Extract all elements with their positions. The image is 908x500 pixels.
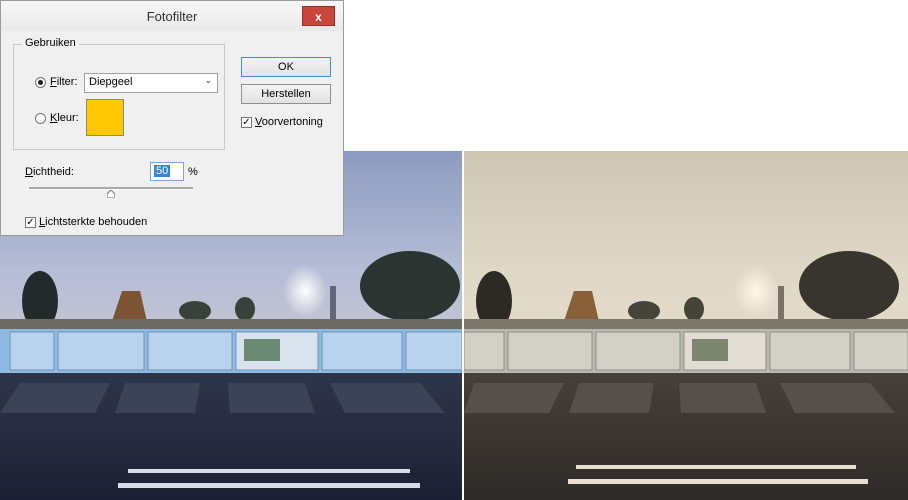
- color-swatch[interactable]: [86, 99, 124, 136]
- dialog-title: Fotofilter: [146, 9, 198, 24]
- filter-label-text: ilter:: [56, 76, 78, 88]
- ok-button[interactable]: OK: [241, 57, 331, 77]
- percent-unit: %: [188, 166, 198, 178]
- use-group-label: Gebruiken: [22, 37, 79, 49]
- preview-label-text: oorvertoning: [261, 116, 323, 128]
- close-button[interactable]: x: [302, 6, 335, 26]
- reset-button[interactable]: Herstellen: [241, 84, 331, 104]
- density-label: Dichtheid:: [25, 166, 74, 178]
- preserve-luminosity-text: ichtsterkte behouden: [45, 216, 148, 228]
- filter-select[interactable]: Diepgeel ⌄: [84, 73, 218, 93]
- density-label-mnemonic: D: [25, 166, 33, 178]
- density-value: 50: [154, 165, 171, 177]
- density-input[interactable]: 50: [150, 162, 184, 181]
- title-bar[interactable]: Fotofilter x: [1, 1, 343, 31]
- preserve-luminosity-checkbox[interactable]: ✓: [25, 217, 36, 228]
- color-label-text: leur:: [57, 112, 79, 124]
- preview-label-mnemonic: V: [255, 116, 262, 128]
- filter-label: Filter:: [50, 76, 78, 88]
- color-radio[interactable]: [35, 113, 46, 124]
- filter-select-value: Diepgeel: [89, 76, 133, 88]
- chevron-down-icon: ⌄: [204, 75, 212, 85]
- density-slider-thumb[interactable]: [107, 190, 115, 198]
- photo-filter-dialog: Fotofilter x Gebruiken Filter: Diepgeel …: [0, 0, 344, 236]
- filtered-photo: [464, 151, 908, 500]
- filter-label-mnemonic: F: [50, 76, 57, 88]
- filter-radio[interactable]: [35, 77, 46, 88]
- preview-checkbox[interactable]: ✓: [241, 117, 252, 128]
- preserve-luminosity-label: Lichtsterkte behouden: [39, 216, 147, 228]
- preview-label: Voorvertoning: [255, 116, 323, 128]
- color-label: Kleur:: [50, 112, 79, 124]
- density-label-text: ichtheid:: [32, 166, 74, 178]
